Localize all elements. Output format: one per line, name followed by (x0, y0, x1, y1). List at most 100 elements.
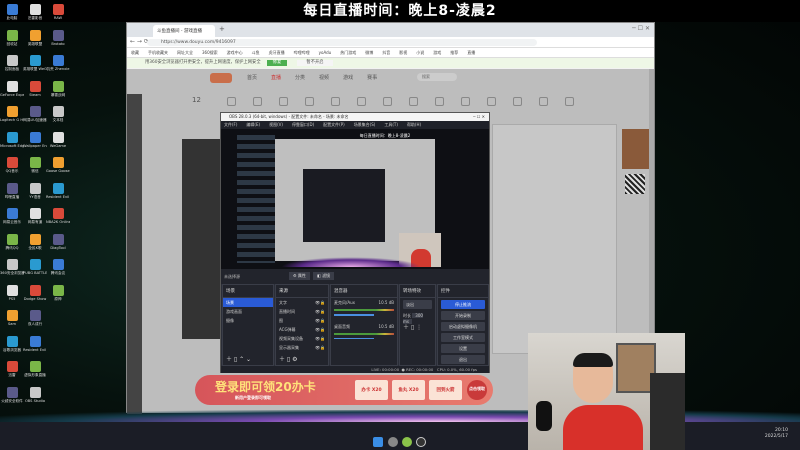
obs-menu-item[interactable]: 场景集合(S) (354, 122, 376, 127)
bookmark[interactable]: 收藏 (131, 50, 139, 55)
start-icon[interactable] (373, 437, 383, 447)
bookmark[interactable]: yoAdu (319, 50, 332, 55)
source-item[interactable]: 显示器采集 👁🔒 (276, 343, 328, 352)
obs-window-controls[interactable]: ─ ☐ ✕ (473, 113, 485, 121)
desktop-icon[interactable]: Microsoft Edge (0, 131, 24, 148)
bookmark[interactable]: 手机收藏夹 (148, 50, 168, 55)
desktop-icon[interactable]: Sam (0, 310, 24, 326)
control-button[interactable]: 退出 (441, 355, 485, 364)
desktop-icon[interactable]: 360安全浏览器 (0, 259, 24, 275)
desktop-icon[interactable]: PUBG BATTLEGROUNDS (23, 259, 47, 275)
properties-button[interactable]: ⚙ 属性 (289, 272, 310, 280)
obs-taskbar-icon[interactable] (416, 437, 426, 447)
control-button[interactable]: 开始录制 (441, 311, 485, 320)
desktop-icon[interactable]: Logitech G HUB (0, 106, 24, 122)
bookmark[interactable]: 热门游戏 (340, 50, 356, 55)
clock[interactable]: 20:10 2022/5/17 (765, 428, 788, 440)
scene-item[interactable]: 游戏画面 (223, 307, 273, 316)
bookmark[interactable]: 游戏 (433, 50, 441, 55)
desktop-icon[interactable]: Wallpaper Engine (23, 131, 47, 148)
bookmark[interactable]: 小说 (416, 50, 424, 55)
category-icon[interactable] (383, 97, 392, 106)
visibility-lock-icon[interactable]: 👁🔒 (315, 327, 325, 332)
desktop-icon[interactable]: Resident Evil 7 (23, 335, 47, 352)
desktop-icon[interactable]: 文本档 (46, 106, 70, 122)
category-icon[interactable] (305, 97, 314, 106)
visibility-lock-icon[interactable]: 👁🔒 (315, 318, 325, 323)
banner-cta-button[interactable]: 点击领取 (467, 380, 487, 400)
desktop-icon[interactable]: 英雄联盟 WeGame版 (23, 55, 47, 71)
bookmark[interactable]: 哔哩哔哩 (294, 50, 310, 55)
desktop-icon[interactable]: 双人成行 (23, 310, 47, 326)
source-item[interactable]: 文字 👁🔒 (276, 298, 328, 307)
site-nav-item[interactable]: 直播 (271, 75, 281, 81)
desktop-icon[interactable]: 此电脑 (0, 4, 24, 20)
promo-card[interactable] (622, 129, 650, 169)
category-icon[interactable] (565, 97, 574, 106)
scene-item[interactable]: 场景 (223, 298, 273, 307)
desktop-icon[interactable]: 英雄联盟 (23, 29, 47, 46)
notice-fix-button[interactable]: 修复 (267, 60, 287, 66)
obs-menu-item[interactable]: 编辑(E) (246, 122, 260, 127)
volume-slider[interactable] (334, 337, 374, 339)
category-icon[interactable] (435, 97, 444, 106)
desktop-icon[interactable]: 网易有道 (23, 208, 47, 224)
visibility-lock-icon[interactable]: 👁🔒 (315, 336, 325, 341)
visibility-lock-icon[interactable]: 👁🔒 (315, 345, 325, 350)
search-icon[interactable] (388, 437, 398, 447)
desktop-icon[interactable]: 网易UU加速器 (23, 106, 47, 122)
desktop-icon[interactable]: DiagTool (46, 233, 70, 250)
desktop-icon[interactable]: WeGame (46, 131, 70, 148)
obs-preview[interactable]: 每日直播时间：晚上8-凌晨2 (221, 129, 489, 269)
bookmark[interactable]: 微博 (365, 50, 373, 55)
desktop-icon[interactable]: 腾讯QQ (0, 233, 24, 250)
filters-button[interactable]: ◧ 滤镜 (313, 272, 335, 280)
volume-slider[interactable] (334, 314, 374, 316)
desktop-icon[interactable]: 虚拟形象直播 (23, 361, 47, 377)
desktop-icon[interactable]: 谷歌浏览器 (0, 335, 24, 352)
category-icon[interactable] (461, 97, 470, 106)
source-item[interactable]: 图 👁🔒 (276, 316, 328, 325)
desktop-icon[interactable]: Resident Evil Village (46, 182, 70, 199)
category-icon[interactable] (357, 97, 366, 106)
source-item[interactable]: ACG弹幕 👁🔒 (276, 325, 328, 334)
desktop-icon[interactable]: QQ音乐 (0, 157, 24, 173)
notice-dismiss-button[interactable]: 暂不开启 (297, 60, 333, 66)
site-nav-item[interactable]: 游戏 (343, 75, 353, 81)
desktop-icon[interactable]: 网易云音乐 (0, 208, 24, 224)
obs-menu-item[interactable]: 停靠窗口(D) (292, 122, 314, 127)
bookmark[interactable]: 游戏中心 (227, 50, 243, 55)
visibility-lock-icon[interactable]: 👁🔒 (315, 309, 325, 314)
control-button[interactable]: 启动虚拟摄像机 (441, 322, 485, 331)
site-search-input[interactable]: 搜索 (417, 73, 457, 81)
site-nav-item[interactable]: 视频 (319, 75, 329, 81)
visibility-lock-icon[interactable]: 👁🔒 (315, 300, 325, 305)
scene-item[interactable]: 摄像 (223, 316, 273, 325)
bookmark[interactable]: 推荐 (450, 50, 458, 55)
desktop-icon[interactable]: 暴雪战网 (46, 80, 70, 97)
desktop-icon[interactable]: 腾讯会议 (46, 259, 70, 275)
obs-menu-item[interactable]: 文件(F) (224, 122, 237, 127)
transition-select[interactable]: 淡出 (403, 300, 432, 309)
desktop-icon[interactable]: 火绒安全软件 (0, 386, 24, 403)
category-icon[interactable] (227, 97, 236, 106)
url-input[interactable]: https://www.douyu.com/9416097 (147, 39, 537, 46)
desktop-icon[interactable]: Brotato (46, 29, 70, 46)
control-button[interactable]: 停止推流 (441, 300, 485, 309)
bookmark[interactable]: 影视 (399, 50, 407, 55)
source-item[interactable]: 直播时间 👁🔒 (276, 307, 328, 316)
source-controls[interactable]: ＋ ▯ ⚙ (279, 354, 298, 363)
desktop-icon[interactable]: NBA2K Online (46, 208, 70, 224)
browser-taskbar-icon[interactable] (402, 437, 412, 447)
desktop-icon[interactable]: 原神 (46, 284, 70, 301)
category-icon[interactable] (409, 97, 418, 106)
desktop-icon[interactable]: OBS Studio (23, 386, 47, 403)
promo-banner[interactable]: 登录即可领20办卡 新用户登录即可领取 办卡 X20 鱼丸 X20 回到火箭 点击领… (195, 375, 493, 405)
desktop-icon[interactable]: RAW (46, 4, 70, 20)
desktop-icon[interactable]: GeForce Experience (0, 80, 24, 97)
window-controls[interactable]: ─ ☐ ✕ (632, 25, 650, 32)
transition-controls[interactable]: ＋ ▯ ⋮ (400, 320, 435, 331)
desktop-icon[interactable]: YY语音 (23, 182, 47, 199)
obs-menu-item[interactable]: 配置文件(P) (323, 122, 345, 127)
desktop-icon[interactable]: 哔哩直播 (0, 182, 24, 199)
